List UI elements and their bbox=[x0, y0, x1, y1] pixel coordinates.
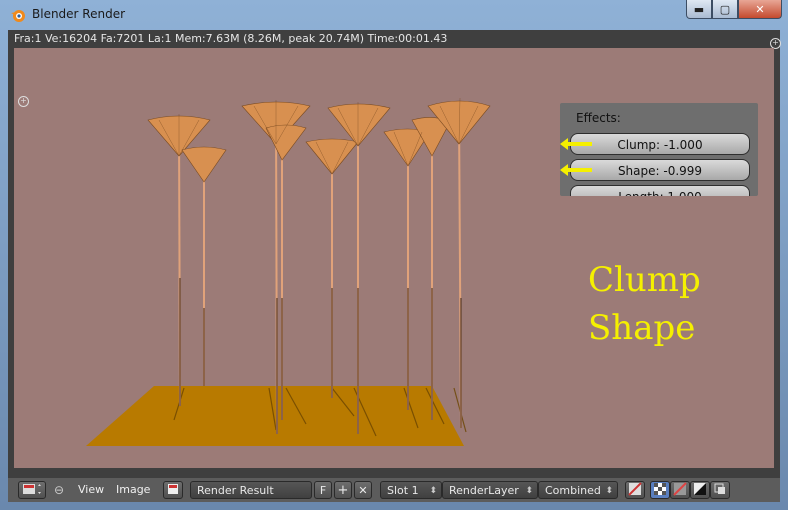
viewport-expand-icon[interactable]: + bbox=[18, 96, 29, 107]
blender-render-window: Blender Render ▬ ▢ ✕ Fra:1 Ve:16204 Fa:7… bbox=[0, 0, 788, 510]
plant-head bbox=[181, 146, 227, 183]
render-pass-value: Combined bbox=[545, 484, 601, 497]
effects-panel: Effects: Clump: -1.000 Shape: -0.999 Len… bbox=[560, 103, 758, 196]
color-alpha-icon[interactable] bbox=[650, 481, 670, 499]
render-viewport[interactable]: + Effects: Clump: -1.000 Shape: -0.999 L… bbox=[14, 48, 774, 468]
minimize-button[interactable]: ▬ bbox=[686, 0, 712, 19]
view-menu[interactable]: View bbox=[78, 481, 104, 499]
image-editor-header: ⊖ View Image Render Result F + ✕ Slot 1 … bbox=[8, 478, 780, 502]
alpha-only-icon[interactable] bbox=[670, 481, 690, 499]
image-name-field[interactable]: Render Result bbox=[190, 481, 312, 499]
shape-field[interactable]: Shape: -0.999 bbox=[570, 159, 750, 181]
new-image-icon[interactable]: + bbox=[334, 481, 352, 499]
unlink-icon[interactable]: ✕ bbox=[354, 481, 372, 499]
zoom-out-icon[interactable]: ⊖ bbox=[54, 481, 68, 499]
window-controls: ▬ ▢ ✕ bbox=[686, 0, 782, 20]
render-pass-dropdown[interactable]: Combined ⬍ bbox=[538, 481, 618, 499]
chevron-updown-icon: ⬍ bbox=[525, 486, 533, 496]
z-buffer-icon[interactable] bbox=[690, 481, 710, 499]
length-field[interactable]: Length: 1.000 bbox=[570, 185, 750, 196]
image-icon[interactable] bbox=[163, 481, 183, 499]
slot-dropdown[interactable]: Slot 1 ⬍ bbox=[380, 481, 442, 499]
render-info-bar: Fra:1 Ve:16204 Fa:7201 La:1 Mem:7.63M (8… bbox=[14, 32, 448, 45]
clump-field[interactable]: Clump: -1.000 bbox=[570, 133, 750, 155]
alpha-icon[interactable] bbox=[625, 481, 645, 499]
maximize-button[interactable]: ▢ bbox=[712, 0, 738, 19]
close-button[interactable]: ✕ bbox=[738, 0, 782, 19]
image-editor: Fra:1 Ve:16204 Fa:7201 La:1 Mem:7.63M (8… bbox=[8, 30, 781, 502]
overlay-label-clump: Clump bbox=[588, 260, 701, 300]
arrow-left-icon bbox=[560, 164, 592, 176]
render-region-icon[interactable] bbox=[710, 481, 730, 499]
effects-title: Effects: bbox=[576, 111, 621, 125]
arrow-left-icon bbox=[560, 138, 592, 150]
blender-logo-icon bbox=[11, 10, 25, 22]
chevron-updown-icon: ⬍ bbox=[429, 486, 437, 496]
title-bar[interactable]: Blender Render ▬ ▢ ✕ bbox=[0, 0, 788, 30]
editor-type-icon[interactable] bbox=[18, 481, 46, 499]
overlay-label-shape: Shape bbox=[588, 308, 696, 348]
plant-head bbox=[265, 124, 307, 161]
slot-value: Slot 1 bbox=[387, 484, 419, 497]
render-layer-dropdown[interactable]: RenderLayer ⬍ bbox=[442, 481, 538, 499]
render-layer-value: RenderLayer bbox=[449, 484, 519, 497]
window-title: Blender Render bbox=[32, 7, 126, 21]
fake-user-button[interactable]: F bbox=[314, 481, 332, 499]
plant-head bbox=[305, 138, 359, 175]
image-menu[interactable]: Image bbox=[116, 481, 150, 499]
chevron-updown-icon: ⬍ bbox=[605, 486, 613, 496]
